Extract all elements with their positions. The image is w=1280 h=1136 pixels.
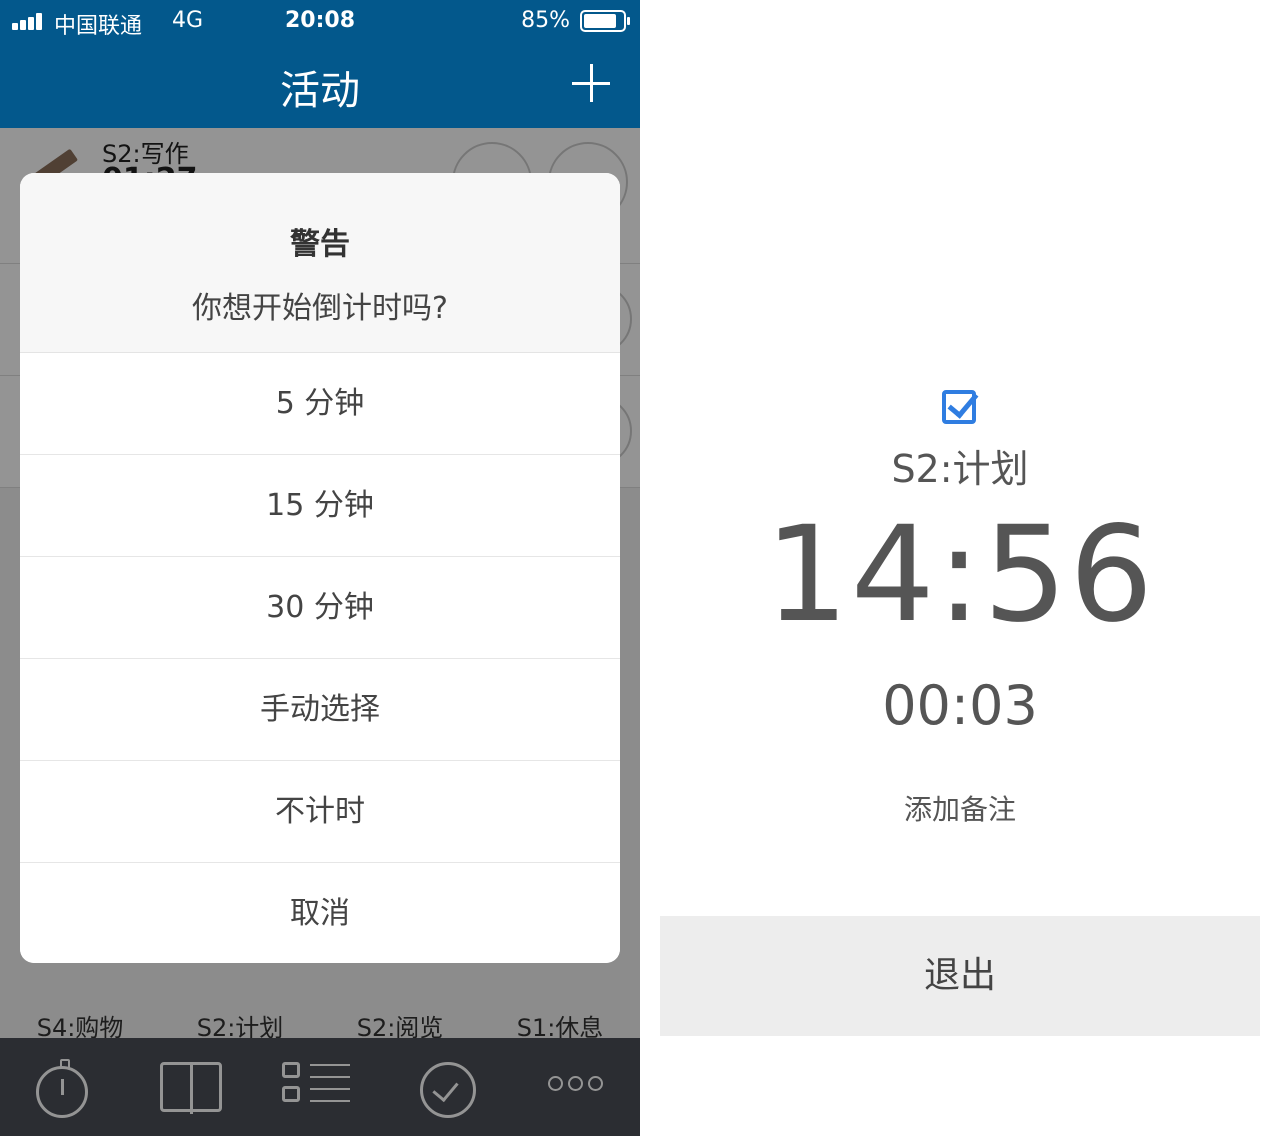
option-manual[interactable]: 手动选择 bbox=[20, 659, 620, 761]
activity-name: S2:计划 bbox=[891, 447, 1029, 491]
checkbox-icon bbox=[942, 390, 976, 424]
battery-icon bbox=[580, 10, 630, 32]
screenshot: 中国联通 4G 20:08 85% 活动 S2:写作 01:27 bbox=[0, 0, 1280, 1136]
status-bar: 中国联通 4G 20:08 85% bbox=[0, 0, 640, 42]
countdown-timer: 14:56 bbox=[764, 498, 1156, 652]
option-5-min[interactable]: 5 分钟 bbox=[20, 353, 620, 455]
option-no-timer[interactable]: 不计时 bbox=[20, 761, 620, 863]
dialog-message: 你想开始倒计时吗? bbox=[192, 291, 448, 326]
option-30-min[interactable]: 30 分钟 bbox=[20, 557, 620, 659]
option-15-min[interactable]: 15 分钟 bbox=[20, 455, 620, 557]
battery-fill bbox=[584, 14, 616, 28]
plus-icon[interactable] bbox=[572, 56, 610, 110]
elapsed-timer: 00:03 bbox=[882, 674, 1038, 737]
add-note-link[interactable]: 添加备注 bbox=[640, 788, 1280, 828]
activities-screen: 中国联通 4G 20:08 85% 活动 S2:写作 01:27 bbox=[0, 0, 640, 1136]
nav-bar: 活动 bbox=[0, 42, 640, 128]
countdown-dialog: 警告 你想开始倒计时吗? 5 分钟 15 分钟 30 分钟 手动选择 不计时 取… bbox=[20, 173, 620, 963]
battery-percent: 85% bbox=[521, 8, 570, 33]
dialog-header: 警告 你想开始倒计时吗? bbox=[20, 173, 620, 353]
dialog-title: 警告 bbox=[290, 227, 350, 262]
exit-button[interactable]: 退出 bbox=[660, 916, 1260, 1036]
timer-screen: S2:计划 14:56 00:03 添加备注 退出 bbox=[640, 0, 1280, 1136]
cancel-button[interactable]: 取消 bbox=[20, 863, 620, 963]
page-title: 活动 bbox=[280, 68, 360, 114]
